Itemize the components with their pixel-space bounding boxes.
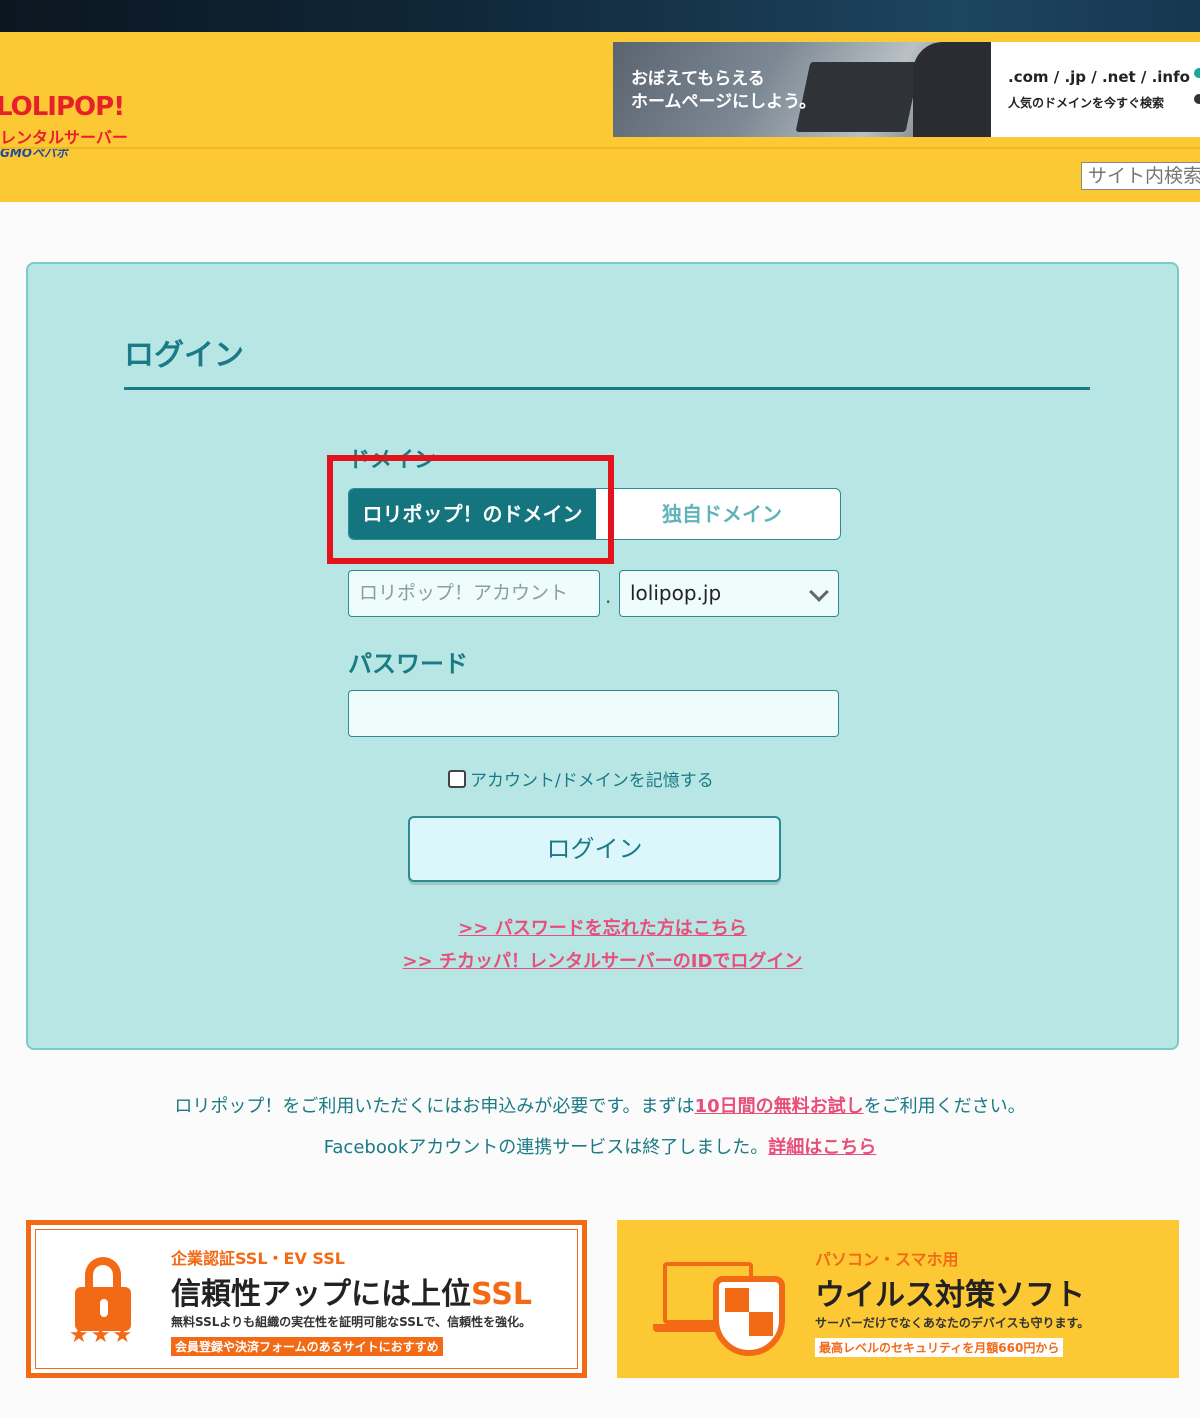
banner-dot-icon <box>1194 94 1200 104</box>
highlight-box <box>327 455 614 564</box>
remember-checkbox[interactable] <box>448 769 466 788</box>
lolipop-logo[interactable]: LOLIPOP! レンタルサーバー GMOペパボ <box>0 92 130 162</box>
banner-domains: .com / .jp / .net / .info <box>1008 68 1190 86</box>
antivirus-ad-desc: サーバーだけでなくあなたのデバイスも守ります。 <box>815 1316 1090 1330</box>
ssl-ad-tag: 企業認証SSL・EV SSL <box>171 1249 345 1268</box>
domain-separator: . <box>605 584 612 608</box>
account-input[interactable]: ロリポップ！アカウント <box>348 570 600 617</box>
forgot-password-link[interactable]: >> パスワードを忘れた方はこちら <box>28 914 1177 940</box>
shield-quadrant <box>749 1312 773 1336</box>
antivirus-ad-badge: 最高レベルのセキュリティを月額660円から <box>815 1338 1064 1357</box>
login-button[interactable]: ログイン <box>408 816 781 882</box>
banner-headline: おぼえてもらえる ホームページにしよう。 <box>631 68 816 114</box>
shield-icon <box>653 1256 793 1356</box>
site-search-input[interactable]: サイト内検索 <box>1081 162 1200 190</box>
title-divider <box>124 387 1090 390</box>
chicappa-login-link[interactable]: >> チカッパ！レンタルサーバーのIDでログイン <box>28 947 1177 973</box>
remember-option[interactable]: アカウント/ドメインを記憶する <box>448 766 714 791</box>
antivirus-ad-tag: パソコン・スマホ用 <box>815 1250 959 1269</box>
shield-shape <box>713 1276 785 1356</box>
trial-notice: ロリポップ！をご利用いただくにはお申込みが必要です。まずは10日間の無料お試しを… <box>0 1092 1200 1118</box>
banner-person-shape <box>913 42 991 137</box>
trial-notice-text: ロリポップ！をご利用いただくにはお申込みが必要です。まずは <box>174 1096 695 1117</box>
banner-photo: おぼえてもらえる ホームページにしよう。 <box>613 42 991 137</box>
chevron-down-icon <box>809 582 829 602</box>
password-label: パスワード <box>348 650 468 678</box>
ssl-ad-title-text: 信頼性アップには上位 <box>171 1277 471 1312</box>
details-link[interactable]: 詳細はこちら <box>768 1137 876 1158</box>
domain-select[interactable]: lolipop.jp <box>619 570 839 617</box>
logo-main-text: LOLIPOP! <box>0 92 125 122</box>
banner-line1: おぼえてもらえる <box>631 69 765 89</box>
star-icon: ★★★ <box>69 1323 135 1348</box>
password-input[interactable] <box>348 690 839 737</box>
banner-search-text: 人気のドメインを今すぐ検索 <box>1008 96 1165 110</box>
facebook-notice: Facebookアカウントの連携サービスは終了しました。詳細はこちら <box>0 1133 1200 1159</box>
page-title: ログイン <box>124 338 244 373</box>
remember-label: アカウント/ドメインを記憶する <box>470 771 714 791</box>
ssl-ad-banner[interactable]: ★★★ 企業認証SSL・EV SSL 信頼性アップには上位SSL 無料SSLより… <box>26 1220 587 1378</box>
ssl-ad-title-accent: SSL <box>471 1277 532 1312</box>
login-panel: ログイン ドメイン ロリポップ！のドメイン 独自ドメイン ロリポップ！アカウント… <box>26 262 1179 1050</box>
trial-notice-text-end: をご利用ください。 <box>863 1096 1026 1117</box>
banner-line2: ホームページにしよう。 <box>631 92 817 112</box>
antivirus-ad-title: ウイルス対策ソフト <box>815 1278 1085 1313</box>
free-trial-link[interactable]: 10日間の無料お試し <box>695 1096 864 1117</box>
ssl-ad-badge: 会員登録や決済フォームのあるサイトにおすすめ <box>171 1337 443 1356</box>
toggle-custom-domain[interactable]: 独自ドメイン <box>602 489 840 539</box>
header-divider <box>0 147 1200 149</box>
ssl-ad-desc: 無料SSLよりも組織の実在性を証明可能なSSLで、信頼性を強化。 <box>171 1315 532 1329</box>
shield-quadrant <box>725 1288 749 1312</box>
domain-banner[interactable]: おぼえてもらえる ホームページにしよう。 .com / .jp / .net /… <box>613 42 1200 137</box>
lock-keyhole <box>100 1299 108 1317</box>
ssl-ad-title: 信頼性アップには上位SSL <box>171 1269 532 1313</box>
facebook-notice-text: Facebookアカウントの連携サービスは終了しました。 <box>323 1137 769 1158</box>
banner-dot-icon <box>1194 68 1200 78</box>
domain-select-value: lolipop.jp <box>630 581 722 605</box>
antivirus-ad-banner[interactable]: パソコン・スマホ用 ウイルス対策ソフト サーバーだけでなくあなたのデバイスも守り… <box>617 1220 1179 1378</box>
top-bar <box>0 0 1200 32</box>
